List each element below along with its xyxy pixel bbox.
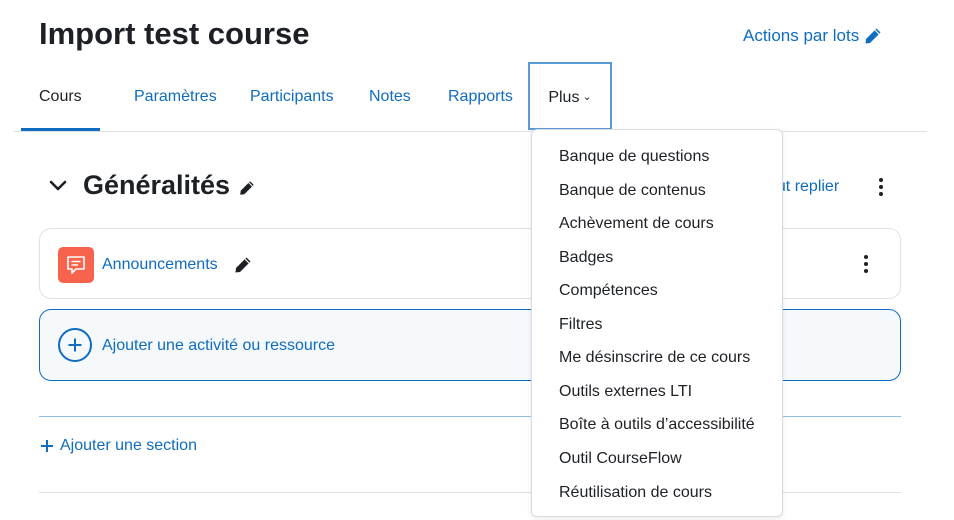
menu-item-accessibility-toolkit[interactable]: Boîte à outils d’accessibilité	[559, 416, 755, 434]
section-title: Généralités	[83, 170, 231, 200]
tab-label: Participants	[250, 88, 334, 105]
menu-item-question-bank[interactable]: Banque de questions	[559, 148, 709, 166]
tab-rapports[interactable]: Rapports	[448, 62, 513, 130]
tab-label: Cours	[39, 88, 82, 105]
tab-more-label: Plus	[548, 89, 580, 106]
section-header: Généralités	[48, 170, 256, 201]
add-section-label: Ajouter une section	[60, 437, 197, 454]
pencil-icon[interactable]	[233, 255, 253, 275]
forum-icon	[58, 247, 94, 283]
pencil-icon	[865, 28, 881, 44]
bulk-actions-label: Actions par lots	[743, 26, 860, 45]
menu-item-unenrol[interactable]: Me désinscrire de ce cours	[559, 349, 750, 367]
tab-more[interactable]: Plus ⌄	[528, 62, 612, 130]
tab-participants[interactable]: Participants	[250, 62, 334, 130]
more-dropdown-menu: Banque de questions Banque de contenus A…	[531, 129, 783, 517]
pencil-icon[interactable]	[238, 179, 256, 197]
tab-parametres[interactable]: Paramètres	[134, 62, 217, 130]
add-section-link[interactable]: Ajouter une section	[40, 437, 197, 455]
bulk-actions-link[interactable]: Actions par lots	[743, 26, 883, 46]
chevron-down-icon: ⌄	[582, 91, 592, 103]
tab-label: Paramètres	[134, 88, 217, 105]
plus-icon	[41, 440, 53, 452]
tab-label: Notes	[369, 88, 411, 105]
activity-link[interactable]: Announcements	[102, 256, 218, 274]
page-title: Import test course	[39, 16, 310, 51]
tab-cours[interactable]: Cours	[21, 62, 100, 131]
kebab-icon[interactable]	[858, 253, 874, 275]
add-activity-label: Ajouter une activité ou ressource	[102, 337, 336, 354]
plus-icon	[58, 328, 92, 362]
tab-notes[interactable]: Notes	[369, 62, 411, 130]
course-page: Import test course Actions par lots Cour…	[0, 0, 954, 520]
kebab-icon[interactable]	[873, 176, 889, 198]
menu-item-filters[interactable]: Filtres	[559, 316, 603, 334]
menu-item-lti-tools[interactable]: Outils externes LTI	[559, 383, 692, 401]
menu-item-courseflow[interactable]: Outil CourseFlow	[559, 450, 682, 468]
menu-item-course-reuse[interactable]: Réutilisation de cours	[559, 484, 712, 502]
menu-item-competencies[interactable]: Compétences	[559, 282, 658, 300]
course-nav-tabs: Cours Paramètres Participants Notes Rapp…	[14, 62, 927, 132]
menu-item-badges[interactable]: Badges	[559, 249, 613, 267]
menu-item-course-completion[interactable]: Achèvement de cours	[559, 215, 714, 233]
chevron-down-icon[interactable]	[48, 176, 68, 196]
menu-item-content-bank[interactable]: Banque de contenus	[559, 182, 706, 200]
tab-label: Rapports	[448, 88, 513, 105]
